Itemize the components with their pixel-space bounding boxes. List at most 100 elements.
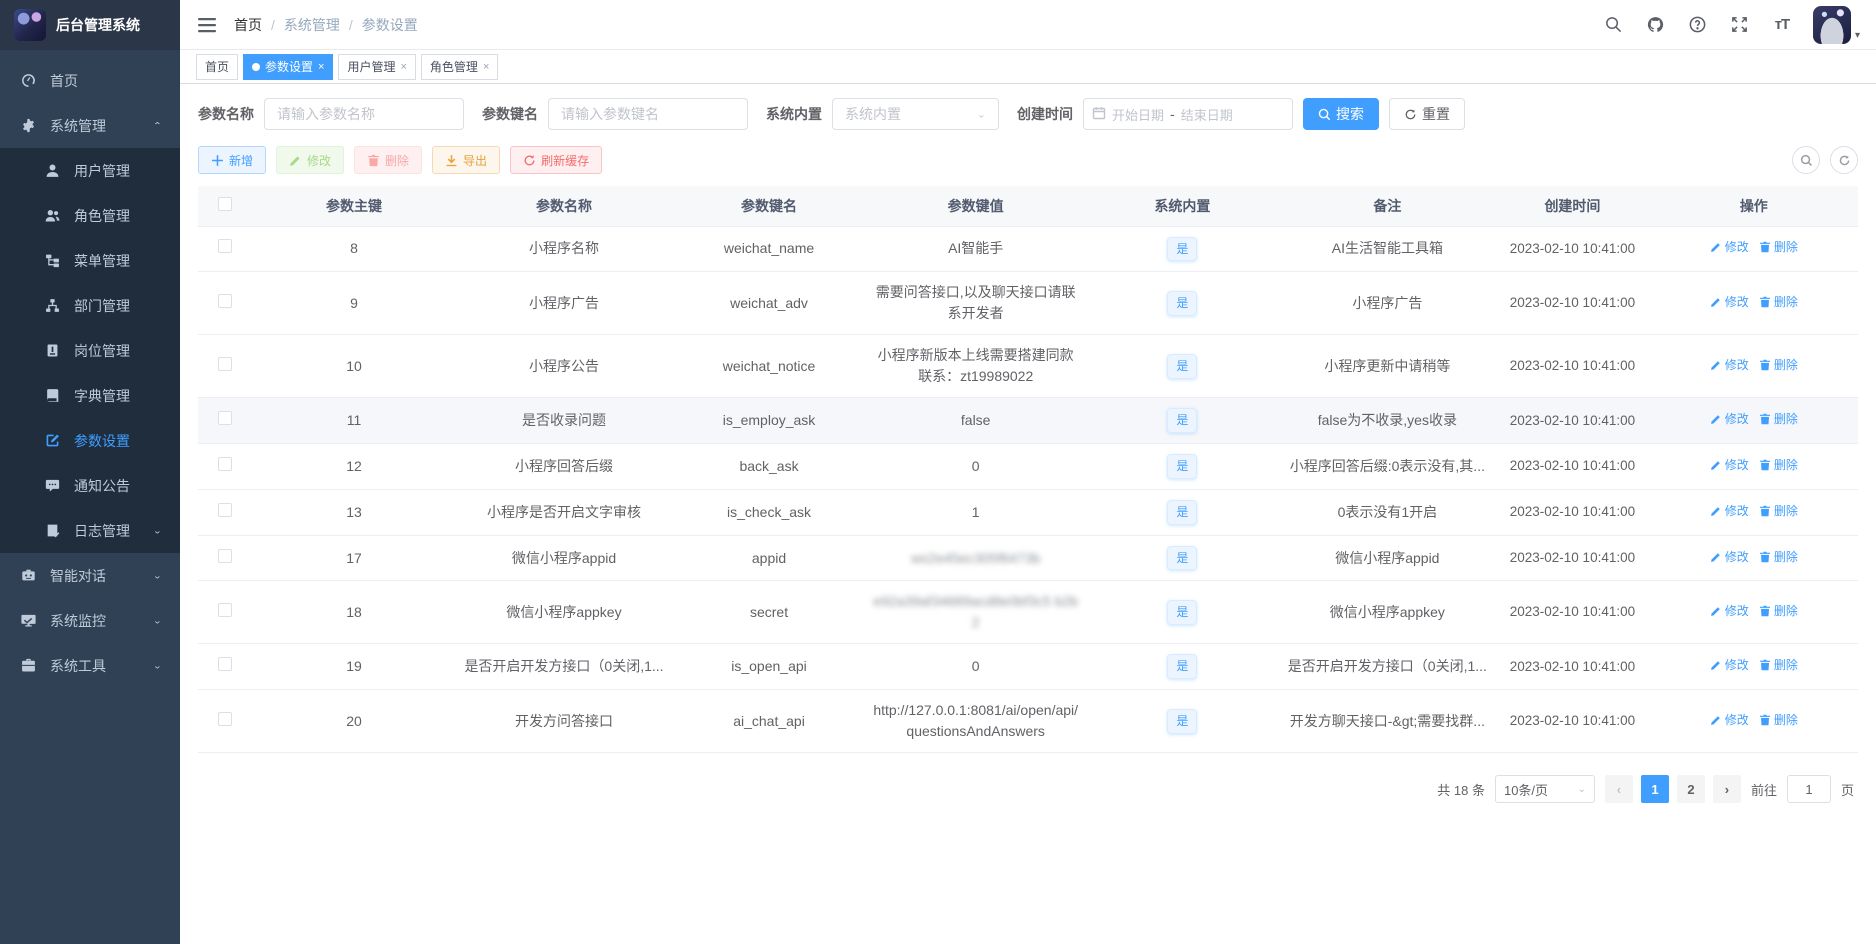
sidebar-item-home[interactable]: 首页 bbox=[0, 58, 180, 103]
navbar-actions: тT ▾ bbox=[1603, 6, 1860, 44]
logo-bar[interactable]: 后台管理系统 bbox=[0, 0, 180, 50]
row-checkbox[interactable] bbox=[218, 503, 232, 517]
delete-link[interactable]: 删除 bbox=[1759, 656, 1798, 674]
edit-button[interactable]: 修改 bbox=[276, 146, 344, 174]
edit-link[interactable]: 修改 bbox=[1710, 502, 1749, 520]
github-icon[interactable] bbox=[1645, 14, 1667, 36]
edit-link[interactable]: 修改 bbox=[1710, 356, 1749, 374]
refresh-cache-button-label: 刷新缓存 bbox=[541, 152, 589, 169]
trash-icon bbox=[367, 154, 380, 167]
close-icon[interactable]: × bbox=[483, 61, 489, 73]
delete-link[interactable]: 删除 bbox=[1759, 293, 1798, 311]
delete-link[interactable]: 删除 bbox=[1759, 502, 1798, 520]
delete-link[interactable]: 删除 bbox=[1759, 711, 1798, 729]
sidebar-item-dict[interactable]: 字典管理 bbox=[0, 373, 180, 418]
sidebar-item-system[interactable]: 系统管理 ⌃ bbox=[0, 103, 180, 148]
next-page-button[interactable]: › bbox=[1713, 775, 1741, 803]
close-icon[interactable]: × bbox=[400, 61, 406, 73]
add-button-label: 新增 bbox=[229, 152, 253, 169]
row-checkbox[interactable] bbox=[218, 657, 232, 671]
row-checkbox[interactable] bbox=[218, 239, 232, 253]
add-button[interactable]: 新增 bbox=[198, 146, 266, 174]
avatar[interactable] bbox=[1813, 6, 1851, 44]
row-checkbox[interactable] bbox=[218, 549, 232, 563]
date-range-picker[interactable]: 开始日期 - 结束日期 bbox=[1083, 98, 1293, 130]
param-name-input[interactable]: 请输入参数名称 bbox=[264, 98, 464, 130]
date-end-input[interactable]: 结束日期 bbox=[1181, 105, 1233, 124]
sidebar-item-tools[interactable]: 系统工具 ⌄ bbox=[0, 643, 180, 688]
chevron-up-icon: ⌃ bbox=[153, 120, 162, 130]
chevron-down-icon: ⌄ bbox=[153, 525, 162, 535]
sidebar-item-posts[interactable]: 岗位管理 bbox=[0, 328, 180, 373]
show-search-toggle-button[interactable] bbox=[1792, 146, 1820, 174]
pagination: 共 18 条 10条/页 ⌄ ‹ 1 2 › 前往 1 页 bbox=[198, 775, 1858, 803]
page-content: 参数名称 请输入参数名称 参数键名 请输入参数键名 系统内置 系统内置 ⌄ 创建… bbox=[180, 84, 1876, 944]
delete-button[interactable]: 删除 bbox=[354, 146, 422, 174]
breadcrumb-home[interactable]: 首页 bbox=[234, 15, 262, 35]
row-checkbox[interactable] bbox=[218, 357, 232, 371]
sidebar-item-monitor[interactable]: 系统监控 ⌄ bbox=[0, 598, 180, 643]
sidebar-item-ai-chat[interactable]: 智能对话 ⌄ bbox=[0, 553, 180, 598]
sidebar-item-users[interactable]: 用户管理 bbox=[0, 148, 180, 193]
date-start-input[interactable]: 开始日期 bbox=[1112, 105, 1164, 124]
search-icon[interactable] bbox=[1603, 14, 1625, 36]
edit-link[interactable]: 修改 bbox=[1710, 711, 1749, 729]
delete-link[interactable]: 删除 bbox=[1759, 238, 1798, 256]
row-checkbox[interactable] bbox=[218, 411, 232, 425]
sidebar-item-roles[interactable]: 角色管理 bbox=[0, 193, 180, 238]
delete-link[interactable]: 删除 bbox=[1759, 602, 1798, 620]
masked-value: wx2e45ec305f6473b bbox=[866, 535, 1085, 581]
sidebar-item-departments[interactable]: 部门管理 bbox=[0, 283, 180, 328]
tab-users[interactable]: 用户管理 × bbox=[338, 54, 415, 80]
row-checkbox[interactable] bbox=[218, 712, 232, 726]
row-checkbox[interactable] bbox=[218, 603, 232, 617]
delete-link[interactable]: 删除 bbox=[1759, 548, 1798, 566]
close-icon[interactable]: × bbox=[318, 61, 324, 73]
sidebar-item-menus[interactable]: 菜单管理 bbox=[0, 238, 180, 283]
edit-link[interactable]: 修改 bbox=[1710, 656, 1749, 674]
system-submenu: 用户管理 角色管理 菜单管理 部门管理 岗位管理 bbox=[0, 148, 180, 553]
delete-link[interactable]: 删除 bbox=[1759, 456, 1798, 474]
table-row: 8 小程序名称 weichat_name AI智能手 是 AI生活智能工具箱 2… bbox=[198, 226, 1858, 272]
user-menu[interactable]: ▾ bbox=[1813, 6, 1860, 44]
tab-roles[interactable]: 角色管理 × bbox=[421, 54, 498, 80]
edit-link[interactable]: 修改 bbox=[1710, 548, 1749, 566]
reset-button[interactable]: 重置 bbox=[1389, 98, 1465, 130]
edit-link[interactable]: 修改 bbox=[1710, 456, 1749, 474]
builtin-select[interactable]: 系统内置 ⌄ bbox=[832, 98, 999, 130]
sidebar-item-label: 岗位管理 bbox=[74, 341, 180, 361]
row-checkbox[interactable] bbox=[218, 294, 232, 308]
delete-link[interactable]: 删除 bbox=[1759, 410, 1798, 428]
edit-link[interactable]: 修改 bbox=[1710, 238, 1749, 256]
fullscreen-icon[interactable] bbox=[1729, 14, 1751, 36]
breadcrumb-system[interactable]: 系统管理 bbox=[284, 15, 340, 35]
refresh-cache-button[interactable]: 刷新缓存 bbox=[510, 146, 602, 174]
page-button-2[interactable]: 2 bbox=[1677, 775, 1705, 803]
edit-link[interactable]: 修改 bbox=[1710, 602, 1749, 620]
sidebar-item-params[interactable]: 参数设置 bbox=[0, 418, 180, 463]
help-icon[interactable] bbox=[1687, 14, 1709, 36]
font-size-icon[interactable]: тT bbox=[1771, 14, 1793, 36]
sidebar-item-label: 系统管理 bbox=[50, 116, 139, 136]
select-all-checkbox[interactable] bbox=[218, 197, 232, 211]
builtin-tag: 是 bbox=[1167, 600, 1197, 625]
param-key-input[interactable]: 请输入参数键名 bbox=[548, 98, 748, 130]
search-button[interactable]: 搜索 bbox=[1303, 98, 1379, 130]
breadcrumb-separator: / bbox=[271, 17, 275, 33]
export-button[interactable]: 导出 bbox=[432, 146, 500, 174]
hamburger-icon[interactable] bbox=[196, 14, 218, 36]
tab-home[interactable]: 首页 bbox=[196, 54, 238, 80]
refresh-table-button[interactable] bbox=[1830, 146, 1858, 174]
delete-link[interactable]: 删除 bbox=[1759, 356, 1798, 374]
prev-page-button[interactable]: ‹ bbox=[1605, 775, 1633, 803]
sidebar-item-logs[interactable]: 日志管理 ⌄ bbox=[0, 508, 180, 553]
edit-link[interactable]: 修改 bbox=[1710, 293, 1749, 311]
tab-params[interactable]: 参数设置 × bbox=[243, 54, 333, 80]
page-button-1[interactable]: 1 bbox=[1641, 775, 1669, 803]
page-size-select[interactable]: 10条/页 ⌄ bbox=[1495, 775, 1595, 803]
sidebar-item-notices[interactable]: 通知公告 bbox=[0, 463, 180, 508]
edit-link[interactable]: 修改 bbox=[1710, 410, 1749, 428]
row-checkbox[interactable] bbox=[218, 457, 232, 471]
goto-page-input[interactable]: 1 bbox=[1787, 775, 1831, 803]
sidebar-item-label: 首页 bbox=[50, 71, 180, 91]
